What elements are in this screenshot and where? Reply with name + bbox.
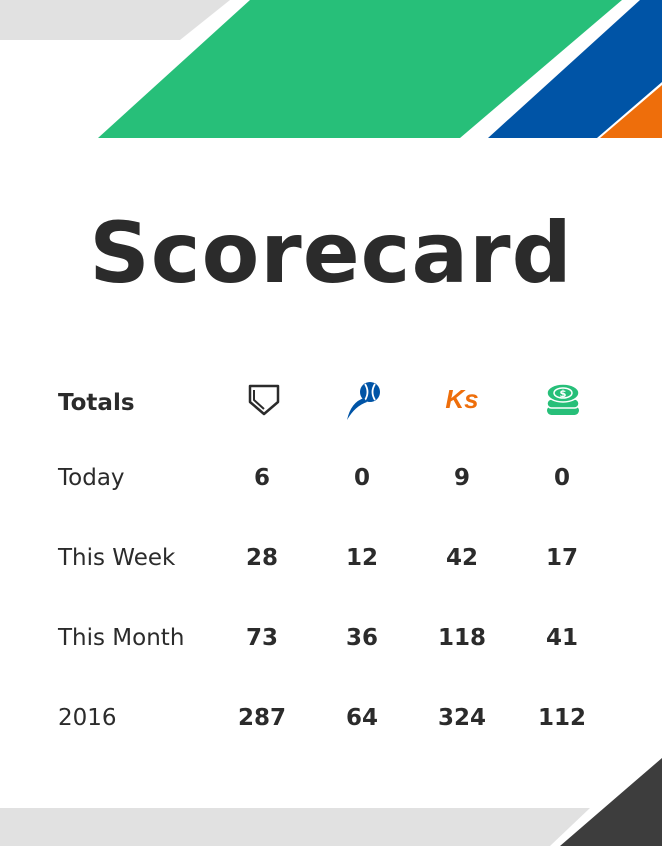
money-value: 17 (545, 545, 578, 571)
money-value: 112 (537, 705, 586, 731)
row-label: 2016 (58, 705, 117, 731)
money-value: 0 (553, 465, 570, 491)
home-runs-value: 73 (245, 625, 278, 651)
strikeouts-icon: Ks (445, 384, 479, 414)
pitches-value: 64 (345, 705, 378, 731)
scorecard-table: Totals Ks $ Today 6 0 9 0 This Week 28 1… (0, 0, 662, 846)
row-label: Today (58, 465, 125, 491)
row-label: This Month (58, 625, 185, 651)
pitches-value: 12 (345, 545, 378, 571)
home-plate-icon (248, 384, 280, 416)
home-runs-value: 287 (237, 705, 286, 731)
strikeouts-value: 324 (437, 705, 486, 731)
strikeouts-value: 118 (437, 625, 486, 651)
strikeouts-value: 9 (453, 465, 470, 491)
pitcher-ball-icon (347, 382, 380, 420)
money-value: 41 (545, 625, 578, 651)
svg-text:$: $ (560, 389, 567, 400)
money-stack-icon: $ (546, 383, 580, 415)
strikeouts-value: 42 (445, 545, 478, 571)
home-runs-value: 28 (245, 545, 278, 571)
home-runs-value: 6 (253, 465, 270, 491)
pitches-value: 0 (353, 465, 370, 491)
row-label: This Week (58, 545, 176, 571)
pitches-value: 36 (345, 625, 378, 651)
totals-header: Totals (58, 390, 135, 416)
